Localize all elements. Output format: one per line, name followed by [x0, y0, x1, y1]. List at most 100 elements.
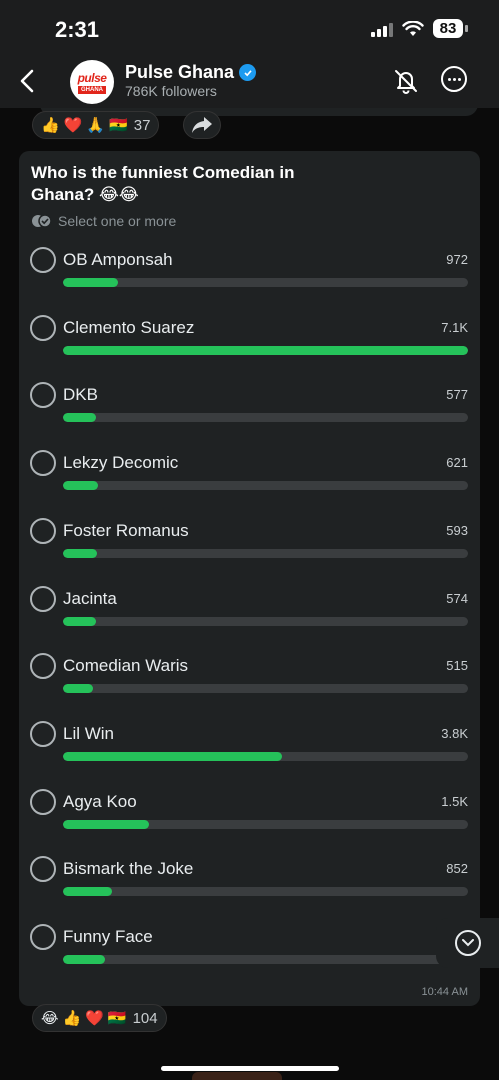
poll-option-bar	[63, 413, 468, 423]
poll-option-vote-count[interactable]: 3.8K	[441, 726, 468, 741]
poll-option-radio[interactable]	[30, 788, 56, 815]
poll-option-label: Funny Face	[63, 927, 153, 946]
poll-option[interactable]: Comedian Waris 515	[19, 653, 480, 713]
poll-option-vote-count[interactable]: 574	[446, 591, 468, 606]
chat-area[interactable]: 👍 ❤️ 🙏 🇬🇭 37 Who is the funniest Comedia…	[0, 108, 499, 1080]
poll-option-bar-fill	[63, 481, 99, 491]
reaction-emoji: 😂	[41, 1010, 59, 1027]
poll-option[interactable]: Lil Win 3.8K	[19, 720, 480, 781]
home-indicator	[161, 1066, 339, 1071]
poll-option-bar-fill	[63, 413, 96, 423]
poll-option-vote-count[interactable]: 972	[446, 252, 468, 267]
poll-option-vote-count[interactable]: 852	[446, 861, 468, 876]
forward-button[interactable]	[183, 111, 221, 139]
poll-option-vote-count[interactable]: 593	[446, 523, 468, 538]
scroll-to-bottom-button[interactable]	[436, 918, 499, 968]
mute-button[interactable]	[391, 66, 421, 96]
poll-message-bubble: Who is the funniest Comedian in Ghana? 😂…	[19, 151, 480, 1006]
poll-option-radio[interactable]	[30, 517, 56, 544]
reaction-emoji: 🙏	[86, 117, 106, 134]
status-time: 2:31	[55, 17, 100, 42]
poll-option-label: Lekzy Decomic	[63, 453, 179, 473]
poll-option-vote-count[interactable]: 1.5K	[441, 794, 468, 809]
poll-reactions[interactable]: 😂 👍 ❤️ 🇬🇭 104	[32, 1004, 167, 1032]
wifi-icon	[402, 20, 424, 36]
bottom-banner	[192, 1072, 282, 1080]
poll-option-vote-count[interactable]: 515	[446, 658, 468, 673]
poll-option[interactable]: Clemento Suarez 7.1K	[19, 314, 480, 375]
more-options-button[interactable]	[441, 66, 467, 92]
poll-option-label: OB Amponsah	[63, 250, 173, 269]
status-indicators: 83	[371, 19, 468, 38]
poll-option-radio[interactable]	[30, 856, 56, 883]
poll-option-label: Jacinta	[63, 588, 117, 608]
reaction-emoji: 🇬🇭	[109, 117, 128, 134]
bell-muted-icon	[395, 70, 417, 94]
poll-select-hint: Select one or more	[31, 213, 176, 229]
channel-title[interactable]: Pulse Ghana	[125, 62, 257, 83]
avatar-logo-subtext: GHANA	[78, 85, 106, 94]
poll-option-bar-fill	[63, 684, 93, 694]
poll-option-bar-fill	[63, 955, 106, 964]
poll-option-bar-fill	[63, 751, 282, 761]
poll-option-label: Agya Koo	[63, 791, 137, 811]
poll-option[interactable]: Bismark the Joke 852	[19, 856, 480, 916]
poll-option-bar-fill	[63, 887, 112, 897]
poll-option-label: Bismark the Joke	[63, 859, 194, 879]
battery-indicator: 83	[433, 19, 468, 38]
poll-question: Who is the funniest Comedian in Ghana? 😂…	[31, 163, 295, 204]
poll-option[interactable]: Lekzy Decomic 621	[19, 450, 480, 510]
poll-option[interactable]: Jacinta 574	[19, 585, 480, 646]
previous-message-reactions[interactable]: 👍 ❤️ 🙏 🇬🇭 37	[32, 111, 160, 139]
poll-timestamp: 10:44 AM	[421, 986, 468, 998]
back-button[interactable]	[12, 64, 42, 98]
poll-option-bar	[63, 345, 468, 355]
poll-option-vote-count[interactable]: 7.1K	[441, 320, 468, 335]
avatar-logo-text: pulse	[77, 70, 107, 85]
poll-option[interactable]: DKB 577	[19, 382, 480, 442]
poll-option-label: Foster Romanus	[63, 520, 189, 540]
reaction-count: 104	[132, 1009, 158, 1027]
poll-option-radio[interactable]	[30, 247, 56, 273]
poll-option-radio[interactable]	[30, 314, 56, 341]
poll-option[interactable]: Foster Romanus 593	[19, 517, 480, 578]
poll-option-bar-fill	[63, 278, 119, 287]
more-options-icon	[447, 77, 451, 81]
poll-option-radio[interactable]	[30, 450, 56, 477]
channel-avatar[interactable]: pulse GHANA	[70, 60, 114, 104]
channel-name: Pulse Ghana	[125, 62, 235, 82]
follower-count: 786K followers	[125, 83, 217, 99]
reaction-emoji: 👍	[62, 1010, 82, 1027]
poll-option-label: Lil Win	[63, 723, 115, 743]
poll-option-bar	[63, 548, 468, 558]
reaction-count: 37	[133, 116, 151, 134]
poll-option-radio[interactable]	[30, 653, 56, 680]
cellular-signal-icon	[371, 21, 393, 37]
reaction-emoji: 🇬🇭	[107, 1010, 127, 1027]
status-bar: 2:31 83	[0, 0, 499, 58]
verified-badge-icon	[239, 64, 257, 81]
poll-option-radio[interactable]	[30, 924, 56, 950]
scroll-down-icon	[461, 939, 474, 947]
poll-option-radio[interactable]	[30, 382, 56, 409]
poll-option-bar-fill	[63, 819, 150, 829]
poll-option[interactable]: OB Amponsah 972	[19, 247, 480, 307]
poll-option-bar-fill	[63, 345, 468, 355]
reaction-emoji: ❤️	[63, 117, 83, 134]
poll-option-bar	[63, 955, 468, 964]
poll-option-label: Comedian Waris	[63, 656, 189, 676]
poll-option[interactable]: Agya Koo 1.5K	[19, 788, 480, 849]
poll-option[interactable]: Funny Face	[19, 924, 480, 984]
poll-option-bar	[63, 616, 468, 626]
poll-option-vote-count[interactable]: 621	[446, 455, 468, 470]
poll-option-radio[interactable]	[30, 585, 56, 612]
poll-hint-text: Select one or more	[58, 213, 177, 229]
poll-option-bar-fill	[63, 616, 96, 626]
forward-icon	[192, 117, 212, 133]
reaction-emoji: ❤️	[85, 1010, 104, 1027]
poll-option-vote-count[interactable]: 577	[446, 387, 468, 402]
multi-select-check-icon	[32, 214, 52, 228]
poll-option-bar	[63, 481, 468, 491]
poll-option-bar	[63, 684, 468, 694]
poll-option-radio[interactable]	[30, 720, 56, 747]
